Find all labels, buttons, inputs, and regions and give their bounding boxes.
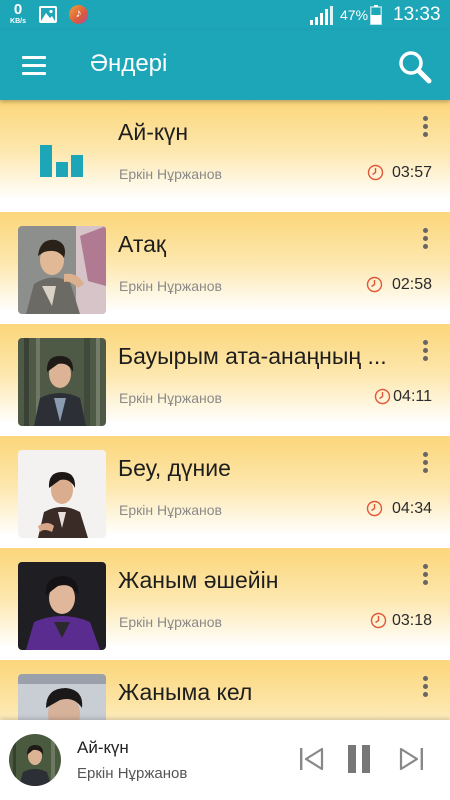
search-icon[interactable] — [396, 47, 436, 87]
song-artist: Еркін Нұржанов — [119, 278, 222, 294]
clock-icon — [366, 500, 383, 517]
song-duration: 04:34 — [391, 500, 432, 517]
music-app-icon: ♪ — [69, 5, 88, 24]
player-song-artist: Еркін Нұржанов — [77, 765, 188, 782]
clock-icon — [366, 276, 383, 293]
more-options-icon[interactable] — [418, 674, 432, 698]
network-speed: 0 KB/s — [7, 2, 29, 25]
song-title: Бауырым ата-анаңның ... — [118, 343, 387, 369]
clock-icon — [367, 164, 384, 181]
song-row[interactable]: Атақ Еркін Нұржанов 02:58 — [0, 212, 450, 314]
menu-icon[interactable] — [20, 53, 50, 77]
song-title: Жаныма кел — [118, 679, 253, 705]
song-row[interactable]: Ай-күн Еркін Нұржанов 03:57 — [0, 100, 450, 200]
battery-percent: 47% — [340, 7, 369, 23]
song-artist: Еркін Нұржанов — [119, 166, 222, 182]
song-row[interactable]: Беу, дүние Еркін Нұржанов 04:34 — [0, 436, 450, 538]
song-title: Жаным әшейін — [118, 567, 279, 593]
song-list: Ай-күн Еркін Нұржанов 03:57 Атақ Еркін Н… — [0, 100, 450, 720]
more-options-icon[interactable] — [418, 450, 432, 474]
previous-icon[interactable] — [297, 744, 327, 774]
now-playing-equalizer-icon — [40, 145, 83, 177]
song-duration: 02:58 — [391, 276, 432, 293]
song-artist: Еркін Нұржанов — [119, 614, 222, 630]
song-cover-image — [18, 674, 106, 720]
song-cover-image — [18, 338, 106, 426]
clock-icon — [374, 388, 391, 405]
more-options-icon[interactable] — [418, 562, 432, 586]
app-bar: Әндері — [0, 30, 450, 100]
song-cover-image — [18, 562, 106, 650]
song-cover-image — [18, 450, 106, 538]
song-artist: Еркін Нұржанов — [119, 502, 222, 518]
mini-player[interactable]: Ай-күн Еркін Нұржанов — [0, 720, 450, 800]
next-icon[interactable] — [396, 744, 426, 774]
network-speed-value: 0 — [13, 1, 23, 18]
status-bar: 0 KB/s ♪ 47% 13:33 — [0, 0, 450, 30]
song-duration: 03:18 — [391, 612, 432, 629]
more-options-icon[interactable] — [418, 226, 432, 250]
song-title: Атақ — [118, 231, 166, 257]
song-row[interactable]: Жаныма кел — [0, 660, 450, 720]
song-title: Ай-күн — [118, 119, 189, 145]
song-row[interactable]: Бауырым ата-анаңның ... Еркін Нұржанов 0… — [0, 324, 450, 426]
clock-icon — [370, 612, 387, 629]
signal-icon — [310, 6, 333, 25]
player-cover-image — [9, 734, 61, 786]
battery-icon — [370, 5, 382, 25]
song-row[interactable]: Жаным әшейін Еркін Нұржанов 03:18 — [0, 548, 450, 650]
song-duration: 04:11 — [393, 388, 432, 405]
player-song-title: Ай-күн — [77, 738, 129, 757]
song-artist: Еркін Нұржанов — [119, 390, 222, 406]
more-options-icon[interactable] — [418, 114, 432, 138]
clock-time: 13:33 — [393, 4, 441, 25]
song-duration: 03:57 — [391, 164, 432, 181]
page-title: Әндері — [90, 50, 168, 77]
pause-icon[interactable] — [344, 744, 374, 774]
network-speed-unit: KB/s — [10, 18, 26, 25]
song-cover-image — [18, 226, 106, 314]
gallery-icon — [39, 6, 57, 23]
song-title: Беу, дүние — [118, 455, 231, 481]
more-options-icon[interactable] — [418, 338, 432, 362]
